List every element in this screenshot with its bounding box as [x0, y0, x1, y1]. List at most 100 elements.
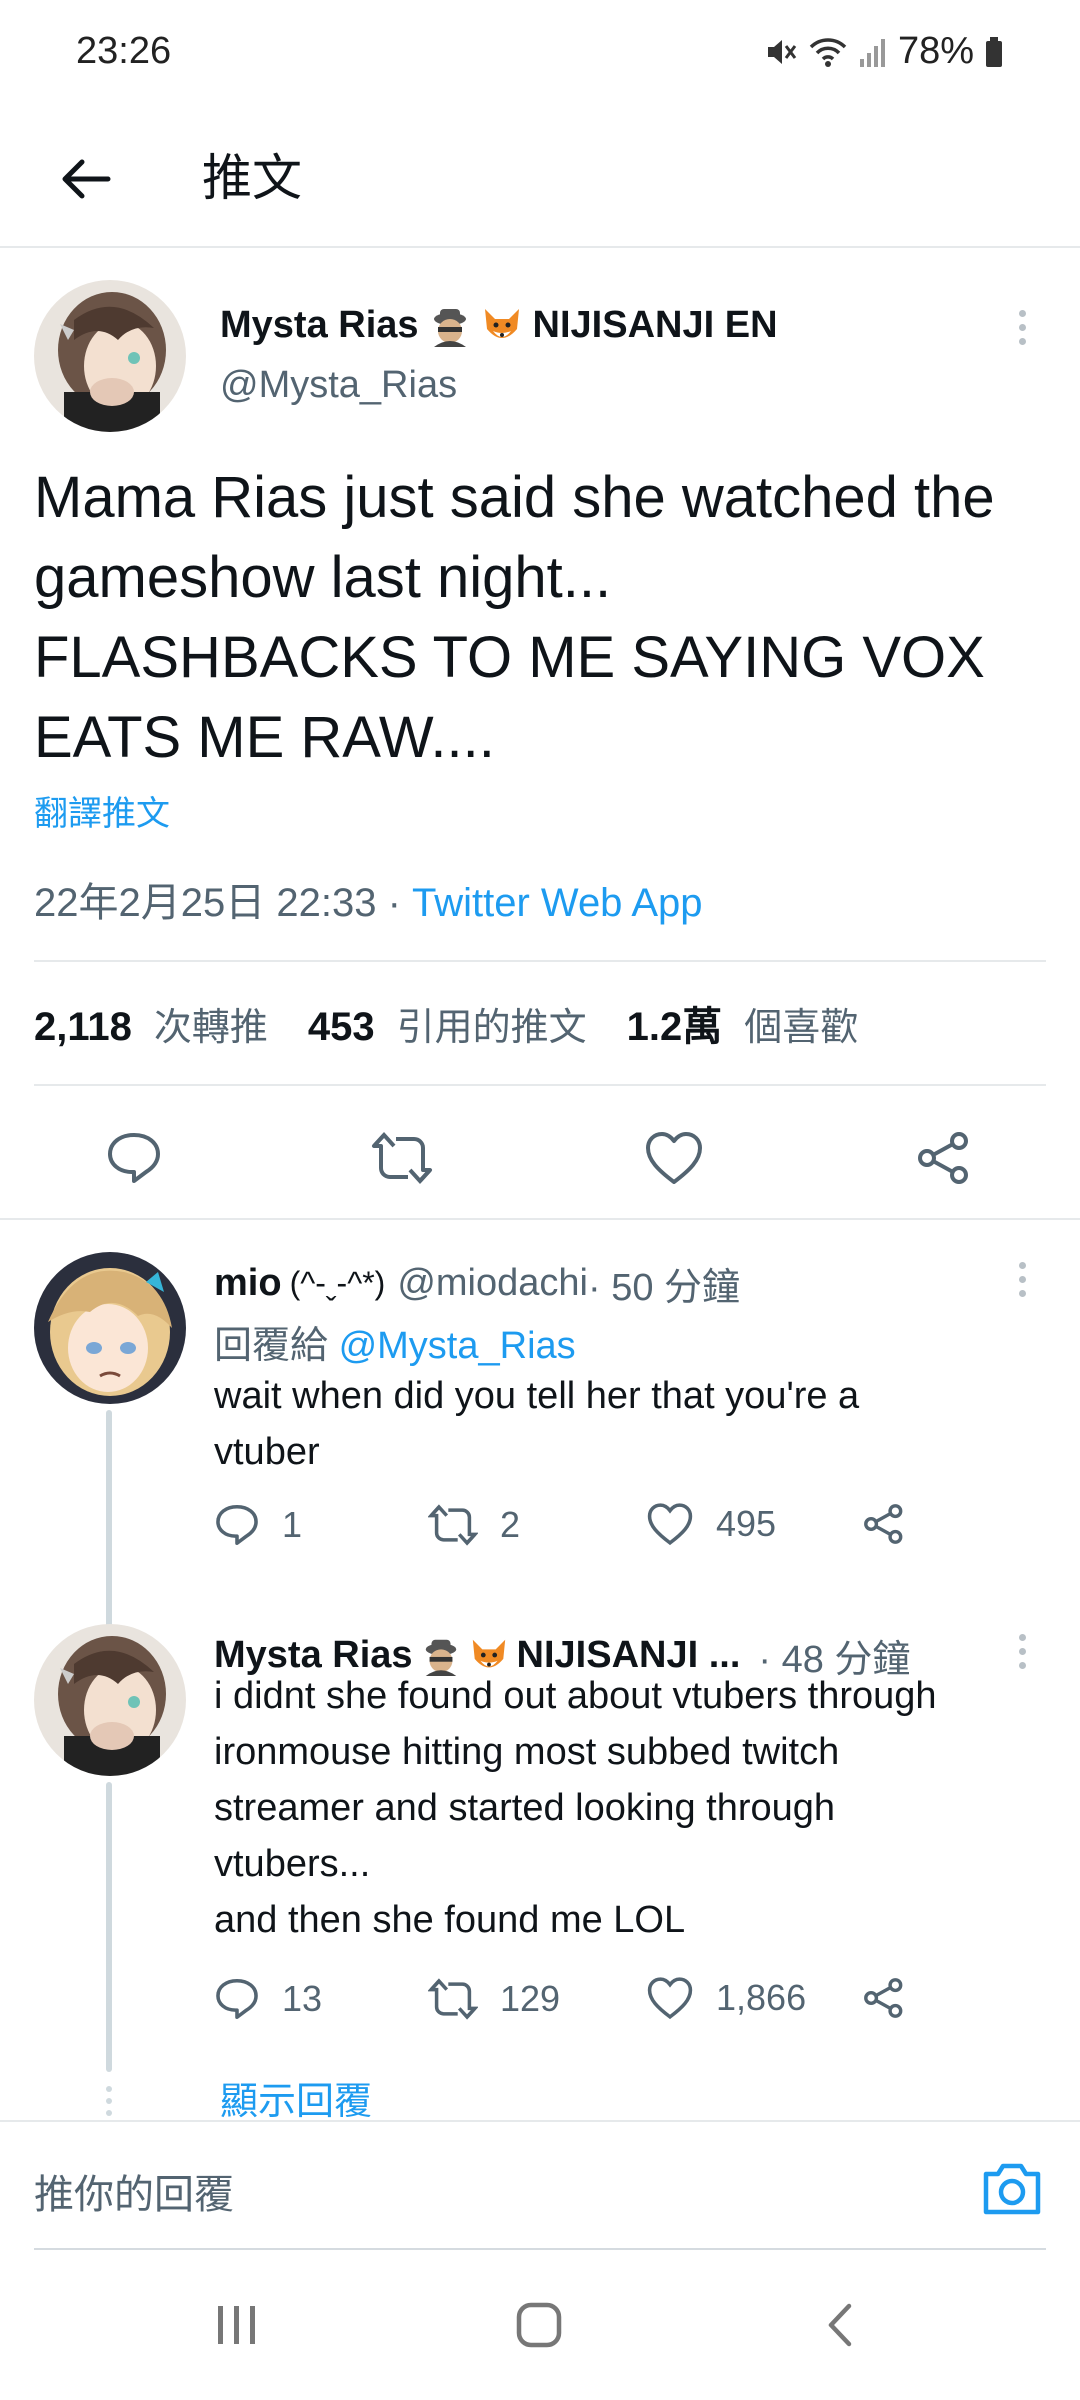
more-options-button[interactable]: [1002, 1254, 1042, 1304]
camera-button[interactable]: [980, 2158, 1044, 2218]
thread-line: [106, 1410, 112, 1660]
like-count: 1,866: [716, 1977, 807, 2018]
reply-input[interactable]: 推你的回覆: [34, 2162, 234, 2220]
retweet-button[interactable]: [370, 1126, 434, 1190]
home-button[interactable]: [494, 2290, 584, 2360]
more-dot: [1018, 309, 1026, 317]
retweet-count: 129: [500, 1978, 561, 2019]
tweet-stats: 2,118 次轉推 453 引用的推文 1.2萬 個喜歡: [34, 994, 898, 1052]
retweet-count: 2: [500, 1504, 521, 1545]
reply-icon: [108, 1133, 160, 1183]
reply-button[interactable]: 13: [214, 1976, 322, 2022]
reply-icon: [216, 1978, 258, 2020]
like-count: 495: [716, 1503, 777, 1544]
back-nav-button[interactable]: [796, 2290, 886, 2360]
reply-author-name[interactable]: mio (^-ˬ-^*): [214, 1262, 385, 1305]
spy-emoji-icon: [433, 308, 466, 347]
battery-percent: 78%: [897, 30, 974, 72]
author-avatar[interactable]: [34, 280, 186, 432]
reply-actions: 13 129 1,866: [214, 1976, 934, 2036]
author-name-suffix: NIJISANJI EN: [532, 304, 778, 346]
wifi-icon: [809, 37, 847, 67]
status-icons: 78%: [764, 30, 1004, 73]
translate-tweet-link[interactable]: 翻譯推文: [34, 786, 170, 835]
back-button[interactable]: [50, 144, 120, 214]
reply-handle[interactable]: @miodachi: [397, 1262, 588, 1305]
camera-icon: [983, 2163, 1041, 2215]
retweet-icon: [428, 1504, 478, 1546]
more-dot: [1018, 1289, 1026, 1297]
show-replies-link[interactable]: 顯示回覆: [220, 2070, 372, 2125]
meta-separator: ·: [376, 881, 412, 925]
tweet-source[interactable]: Twitter Web App: [412, 881, 703, 925]
like-button[interactable]: [642, 1126, 706, 1190]
share-button[interactable]: [862, 1976, 906, 2020]
reply-text: i didnt she found out about vtubers thro…: [214, 1675, 937, 1941]
like-button[interactable]: 495: [646, 1502, 776, 1546]
quotes-label[interactable]: 引用的推文: [397, 996, 587, 1051]
reply-button[interactable]: [102, 1126, 166, 1190]
heart-icon: [647, 1977, 693, 2020]
thread-line: [106, 1782, 112, 2072]
recent-apps-icon: [218, 2306, 255, 2344]
like-button[interactable]: 1,866: [646, 1976, 806, 2020]
retweet-button[interactable]: 2: [428, 1502, 520, 1548]
author-name[interactable]: Mysta Rias NIJISANJI EN: [220, 304, 778, 347]
fox-emoji-icon: [484, 308, 519, 338]
likes-label[interactable]: 個喜歡: [744, 996, 858, 1051]
reply-composer: 推你的回覆: [0, 2120, 1080, 2250]
thread-dot: [106, 2086, 112, 2092]
reply-button[interactable]: 1: [214, 1502, 302, 1548]
mute-icon: [767, 39, 797, 64]
reply-display-name: mio: [214, 1262, 282, 1304]
quotes-count[interactable]: 453: [308, 1005, 375, 1050]
share-icon: [864, 1978, 903, 2018]
more-dot: [1018, 1261, 1026, 1269]
system-navigation-bar: [0, 2250, 1080, 2400]
likes-count[interactable]: 1.2萬: [627, 994, 723, 1052]
more-dot: [1018, 337, 1026, 345]
retweet-icon: [372, 1132, 432, 1184]
heart-icon: [647, 1503, 693, 1546]
retweet-icon: [428, 1978, 478, 2020]
thread-dot: [106, 2098, 112, 2104]
replying-to-handle[interactable]: @Mysta_Rias: [339, 1325, 576, 1367]
thread-dot: [106, 2110, 112, 2116]
reply-name-kaomoji: (^-ˬ-^*): [289, 1265, 386, 1301]
more-options-button[interactable]: [1002, 302, 1042, 352]
recent-apps-button[interactable]: [192, 2290, 282, 2360]
status-bar: 23:26 78%: [0, 0, 1080, 110]
reply-count: 13: [282, 1978, 323, 2019]
retweets-count[interactable]: 2,118: [34, 1005, 132, 1050]
retweet-button[interactable]: 129: [428, 1976, 560, 2022]
tweet-text: Mama Rias just said she watched the game…: [34, 465, 995, 770]
divider: [34, 960, 1046, 962]
more-dot: [1018, 1275, 1026, 1283]
divider: [34, 1084, 1046, 1086]
reply-header: mio (^-ˬ-^*) @miodachi · 50 分鐘: [214, 1256, 740, 1311]
replying-to-label: 回覆給: [214, 1323, 329, 1367]
reply-icon: [216, 1504, 258, 1546]
retweets-label[interactable]: 次轉推: [154, 996, 268, 1051]
author-handle[interactable]: @Mysta_Rias: [220, 364, 457, 407]
tweet-meta: 22年2月25日 22:33 · Twitter Web App: [34, 870, 703, 928]
home-icon: [516, 2302, 562, 2348]
top-app-bar: 推文: [0, 110, 1080, 248]
battery-icon: [986, 36, 1002, 67]
page-title: 推文: [202, 149, 302, 207]
tweet-timestamp[interactable]: 22年2月25日 22:33: [34, 881, 376, 925]
reply-avatar[interactable]: [34, 1624, 186, 1776]
reply-avatar[interactable]: [34, 1252, 186, 1404]
section-divider: [0, 1218, 1080, 1220]
heart-icon: [646, 1132, 702, 1184]
share-button[interactable]: [862, 1502, 906, 1546]
status-time: 23:26: [76, 30, 172, 72]
share-icon: [864, 1504, 903, 1544]
arrow-left-icon: [62, 159, 111, 199]
share-button[interactable]: [912, 1126, 976, 1190]
share-icon: [918, 1132, 968, 1184]
reply-count: 1: [282, 1504, 303, 1545]
chevron-left-icon: [828, 2303, 852, 2347]
reply-text: wait when did you tell her that you're a…: [214, 1375, 860, 1473]
more-dot: [1018, 1633, 1026, 1641]
